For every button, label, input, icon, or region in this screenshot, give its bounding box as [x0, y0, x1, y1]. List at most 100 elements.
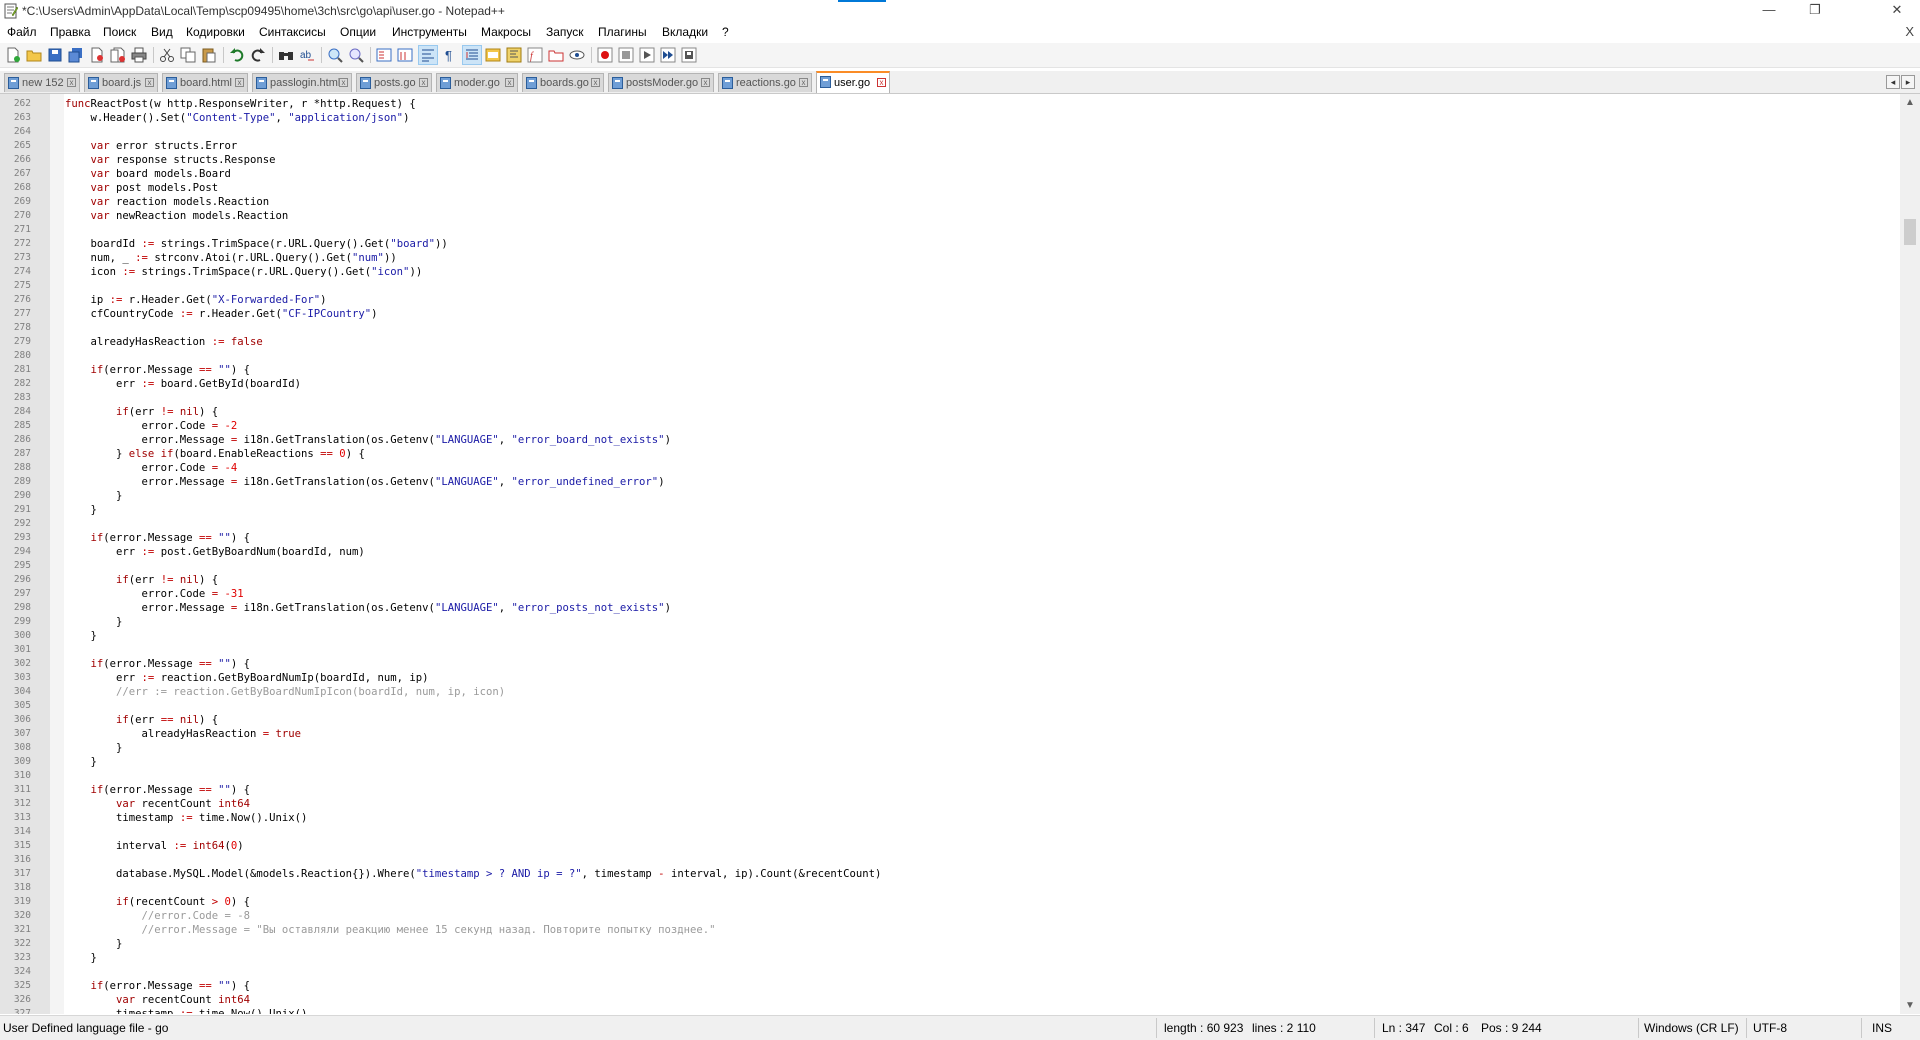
save-all-icon[interactable]: [67, 46, 85, 64]
code-line[interactable]: 273 num, _ := strconv.Atoi(r.URL.Query()…: [0, 251, 1900, 265]
code-line[interactable]: 300 }: [0, 629, 1900, 643]
monitoring-icon[interactable]: [568, 46, 586, 64]
code-line[interactable]: 282 err := board.GetById(boardId): [0, 377, 1900, 391]
scroll-down-arrow-icon[interactable]: ▼: [1900, 997, 1920, 1014]
scroll-up-arrow-icon[interactable]: ▲: [1900, 94, 1920, 111]
tab-scroll-right-button[interactable]: ▸: [1901, 75, 1915, 89]
code-line[interactable]: 268 var post models.Post: [0, 181, 1900, 195]
code-line[interactable]: 306 if(err == nil) {: [0, 713, 1900, 727]
find-icon[interactable]: [277, 46, 295, 64]
tab-boards-go[interactable]: boards.go x: [522, 73, 604, 92]
code-line[interactable]: 296 if(err != nil) {: [0, 573, 1900, 587]
tab-board-html[interactable]: board.html x: [162, 73, 248, 92]
code-line[interactable]: 290 }: [0, 489, 1900, 503]
tab-close-icon[interactable]: x: [799, 78, 808, 87]
code-line[interactable]: 262 funcReactPost(w http.ResponseWriter, …: [0, 97, 1900, 111]
vertical-scrollbar[interactable]: ▲ ▼: [1900, 94, 1920, 1014]
code-line[interactable]: 323 }: [0, 951, 1900, 965]
cut-icon[interactable]: [158, 46, 176, 64]
code-line[interactable]: 274 icon := strings.TrimSpace(r.URL.Quer…: [0, 265, 1900, 279]
redo-icon[interactable]: [249, 46, 267, 64]
menu-file[interactable]: Файл: [7, 25, 37, 39]
menu-help[interactable]: ?: [722, 25, 729, 39]
code-line[interactable]: 281 if(error.Message == "") {: [0, 363, 1900, 377]
code-line[interactable]: 287 } else if(board.EnableReactions == 0…: [0, 447, 1900, 461]
menu-plugins[interactable]: Плагины: [598, 25, 647, 39]
tab-close-icon[interactable]: x: [505, 78, 514, 87]
word-wrap-icon[interactable]: [418, 45, 438, 65]
code-line[interactable]: 293 if(error.Message == "") {: [0, 531, 1900, 545]
close-file-icon[interactable]: [88, 46, 106, 64]
code-line[interactable]: 288 error.Code = -4: [0, 461, 1900, 475]
code-line[interactable]: 272 boardId := strings.TrimSpace(r.URL.Q…: [0, 237, 1900, 251]
tab-moder-go[interactable]: moder.go x: [436, 73, 518, 92]
code-line[interactable]: 275: [0, 279, 1900, 293]
menu-settings[interactable]: Опции: [340, 25, 376, 39]
code-line[interactable]: 309 }: [0, 755, 1900, 769]
tab-postsmoder-go[interactable]: postsModer.go x: [608, 73, 714, 92]
show-all-chars-icon[interactable]: ¶: [440, 46, 458, 64]
zoom-in-icon[interactable]: [326, 46, 344, 64]
tab-new-152[interactable]: new 152 x: [4, 73, 80, 92]
code-line[interactable]: 304 //err := reaction.GetByBoardNumIpIco…: [0, 685, 1900, 699]
indent-guide-icon[interactable]: [462, 45, 482, 65]
code-line[interactable]: 298 error.Message = i18n.GetTranslation(…: [0, 601, 1900, 615]
code-line[interactable]: 299 }: [0, 615, 1900, 629]
menu-language[interactable]: Синтаксисы: [259, 25, 326, 39]
user-language-icon[interactable]: [484, 46, 502, 64]
code-line[interactable]: 327 timestamp := time.Now().Unix(): [0, 1007, 1900, 1014]
code-editor[interactable]: 262 funcReactPost(w http.ResponseWriter, …: [0, 94, 1900, 1014]
tab-close-icon[interactable]: x: [701, 78, 710, 87]
code-line[interactable]: 294 err := post.GetByBoardNum(boardId, n…: [0, 545, 1900, 559]
open-file-icon[interactable]: [25, 46, 43, 64]
code-line[interactable]: 266 var response structs.Response: [0, 153, 1900, 167]
code-line[interactable]: 297 error.Code = -31: [0, 587, 1900, 601]
code-line[interactable]: 283: [0, 391, 1900, 405]
code-line[interactable]: 322 }: [0, 937, 1900, 951]
code-line[interactable]: 312 var recentCount int64: [0, 797, 1900, 811]
code-line[interactable]: 263 w.Header().Set("Content-Type", "appl…: [0, 111, 1900, 125]
new-file-icon[interactable]: [4, 46, 22, 64]
tab-passlogin-html[interactable]: passlogin.html x: [252, 73, 352, 92]
code-line[interactable]: 307 alreadyHasReaction = true: [0, 727, 1900, 741]
code-line[interactable]: 326 var recentCount int64: [0, 993, 1900, 1007]
code-line[interactable]: 302 if(error.Message == "") {: [0, 657, 1900, 671]
zoom-out-icon[interactable]: [347, 46, 365, 64]
tab-user-go[interactable]: user.go x: [816, 71, 890, 93]
code-line[interactable]: 324: [0, 965, 1900, 979]
record-macro-icon[interactable]: [596, 46, 614, 64]
sync-vertical-icon[interactable]: [375, 46, 393, 64]
code-line[interactable]: 289 error.Message = i18n.GetTranslation(…: [0, 475, 1900, 489]
menu-view[interactable]: Вид: [151, 25, 173, 39]
menu-tools[interactable]: Инструменты: [392, 25, 467, 39]
code-line[interactable]: 305: [0, 699, 1900, 713]
minimize-button[interactable]: —: [1746, 0, 1792, 22]
tab-posts-go[interactable]: posts.go x: [356, 73, 432, 92]
code-line[interactable]: 284 if(err != nil) {: [0, 405, 1900, 419]
close-document-button[interactable]: X: [1905, 24, 1914, 39]
close-window-button[interactable]: ✕: [1874, 0, 1920, 22]
tab-close-icon[interactable]: x: [419, 78, 428, 87]
code-line[interactable]: 310: [0, 769, 1900, 783]
play-macro-icon[interactable]: [638, 46, 656, 64]
code-line[interactable]: 295: [0, 559, 1900, 573]
doc-map-icon[interactable]: [505, 46, 523, 64]
tab-close-icon[interactable]: x: [235, 78, 244, 87]
menu-macro[interactable]: Макросы: [481, 25, 531, 39]
code-line[interactable]: 303 err := reaction.GetByBoardNumIp(boar…: [0, 671, 1900, 685]
menu-search[interactable]: Поиск: [103, 25, 136, 39]
code-line[interactable]: 301: [0, 643, 1900, 657]
code-line[interactable]: 265 var error structs.Error: [0, 139, 1900, 153]
code-line[interactable]: 279 alreadyHasReaction := false: [0, 335, 1900, 349]
close-all-icon[interactable]: [109, 46, 127, 64]
code-line[interactable]: 320 //error.Code = -8: [0, 909, 1900, 923]
code-line[interactable]: 321 //error.Message = "Вы оставляли реак…: [0, 923, 1900, 937]
tab-close-icon[interactable]: x: [67, 78, 76, 87]
tab-close-icon[interactable]: x: [877, 78, 886, 87]
tab-close-icon[interactable]: x: [591, 78, 600, 87]
code-line[interactable]: 318: [0, 881, 1900, 895]
tab-close-icon[interactable]: x: [145, 78, 154, 87]
sync-horizontal-icon[interactable]: [396, 46, 414, 64]
menu-run[interactable]: Запуск: [546, 25, 584, 39]
maximize-button[interactable]: ❐: [1792, 0, 1838, 22]
